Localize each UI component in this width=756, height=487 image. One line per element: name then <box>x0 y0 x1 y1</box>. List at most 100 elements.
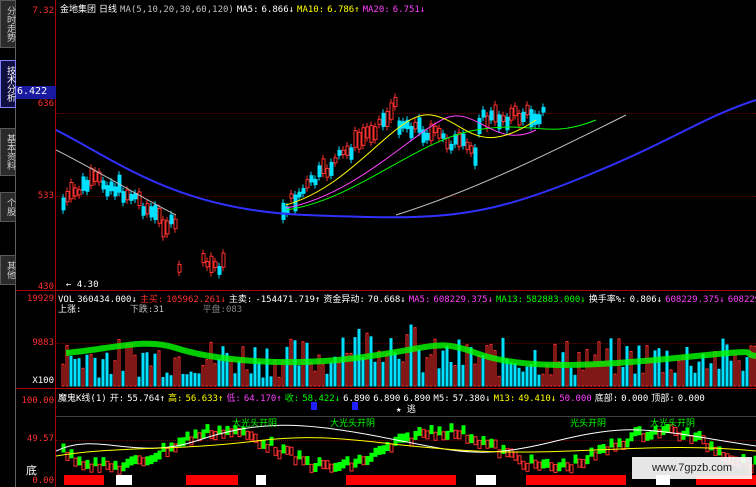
tab-intraday[interactable]: 分时走势 <box>0 0 16 48</box>
volume-bar-down <box>145 352 149 387</box>
candle-up <box>525 104 530 116</box>
ind-candle-down <box>461 425 466 435</box>
ind-candle-up <box>433 431 438 441</box>
candle-up <box>205 261 210 268</box>
volume-bar-up <box>205 359 209 387</box>
side-tab-strip: 分时走势 技术分析 基本资料 个股 其他 <box>0 0 16 487</box>
volume-bar-up <box>313 370 317 387</box>
volume-bar-down <box>197 373 201 387</box>
ind-candle-up <box>465 434 470 444</box>
candle-down <box>309 175 314 183</box>
volume-bar-up <box>125 343 129 387</box>
ind-candle-up <box>325 460 330 470</box>
ind-candle-down <box>373 447 378 457</box>
ind-candle-up <box>361 456 366 466</box>
volume-bar-down <box>409 324 413 387</box>
turnover-label: 换手率%: <box>588 295 627 305</box>
candle-up <box>69 182 74 200</box>
candle-up <box>93 170 98 182</box>
ind-candle-down <box>201 429 206 439</box>
candle-up <box>89 167 94 186</box>
ind-candle-up <box>477 439 482 449</box>
volume-bar-up <box>157 350 161 387</box>
volume-bar-up <box>453 365 457 387</box>
volume-bar-up <box>309 362 313 387</box>
ind-candle-up <box>425 430 430 440</box>
price-axis-high: 7.32 <box>32 6 54 16</box>
candle-down <box>121 191 126 203</box>
candle-down <box>477 117 482 135</box>
ind-candle-up <box>73 457 78 467</box>
vol-extra-1: 608229.375↓ <box>665 295 725 305</box>
vol-ma5-label: MA5: <box>408 295 431 305</box>
candle-down <box>317 165 322 178</box>
volume-bar-down <box>389 338 393 387</box>
volume-bar-up <box>401 361 405 387</box>
ind-candle-up <box>453 429 458 439</box>
ind-candle-down <box>445 430 450 440</box>
volume-bar-down <box>381 361 385 387</box>
ind-candle-down <box>617 438 622 448</box>
ind-candle-up <box>553 463 558 473</box>
ind-candle-up <box>109 463 114 473</box>
ind-candle-down <box>113 460 118 470</box>
ind-candle-up <box>513 451 518 461</box>
volume-bar-down <box>573 374 577 387</box>
volume-bar-down <box>77 358 81 387</box>
candle-up <box>305 179 310 189</box>
volume-bar-up <box>669 369 673 387</box>
candle-up <box>201 253 206 264</box>
volume-chart[interactable] <box>56 308 756 388</box>
volume-bar-up <box>81 367 85 387</box>
candle-down <box>337 149 342 156</box>
volume-bar-down <box>97 377 101 387</box>
ind-candle-down <box>261 439 266 449</box>
candle-down <box>85 179 90 192</box>
volume-bar-up <box>585 348 589 387</box>
candle-up <box>165 220 170 235</box>
ind-candle-up <box>349 462 354 472</box>
ind-candle-down <box>481 436 486 446</box>
ind-candle-down <box>185 431 190 441</box>
volume-bar-up <box>89 354 93 387</box>
ind-candle-up <box>641 433 646 443</box>
ind-candle-up <box>89 463 94 473</box>
candle-up <box>465 141 470 150</box>
ind-candle-down <box>353 458 358 468</box>
candle-down <box>109 181 114 192</box>
annotation-c: 光头开阴 <box>570 419 607 429</box>
tab-stock[interactable]: 个股 <box>0 192 16 222</box>
ind-candle-down <box>225 425 230 435</box>
candle-up <box>357 131 362 150</box>
tab-other[interactable]: 其他 <box>0 255 16 285</box>
volume-bar-down <box>369 336 373 387</box>
candle-up <box>77 189 82 196</box>
ind-candle-up <box>229 428 234 438</box>
candle-down <box>281 202 286 220</box>
ind-candle-down <box>145 456 150 466</box>
tab-technical-analysis[interactable]: 技术分析 <box>0 60 16 108</box>
ind-candle-down <box>413 430 418 440</box>
ind-candle-down <box>637 426 642 436</box>
tab-fundamentals[interactable]: 基本资料 <box>0 128 16 176</box>
ind-candle-up <box>245 430 250 440</box>
ind-candle-down <box>541 459 546 469</box>
ind-candle-up <box>265 443 270 453</box>
volume-bar-down <box>373 361 377 387</box>
candle-up <box>445 137 450 150</box>
candle-up <box>385 111 390 127</box>
candle-up <box>389 102 394 120</box>
volume-bar-down <box>561 352 565 387</box>
ind-candle-up <box>273 446 278 456</box>
escape-marker: ★ 逃 <box>396 405 416 415</box>
zhumai2-value: -154471.719↑ <box>255 295 321 305</box>
candle-up <box>213 261 218 268</box>
price-chart[interactable] <box>56 10 756 290</box>
volume-bar-up <box>733 354 737 387</box>
volume-bar-up <box>129 343 133 387</box>
ind-candle-down <box>561 458 566 468</box>
candle-down <box>417 117 422 133</box>
turnover-value: 0.806↓ <box>629 295 663 305</box>
candle-up <box>493 104 498 123</box>
volume-bar-down <box>237 360 241 387</box>
